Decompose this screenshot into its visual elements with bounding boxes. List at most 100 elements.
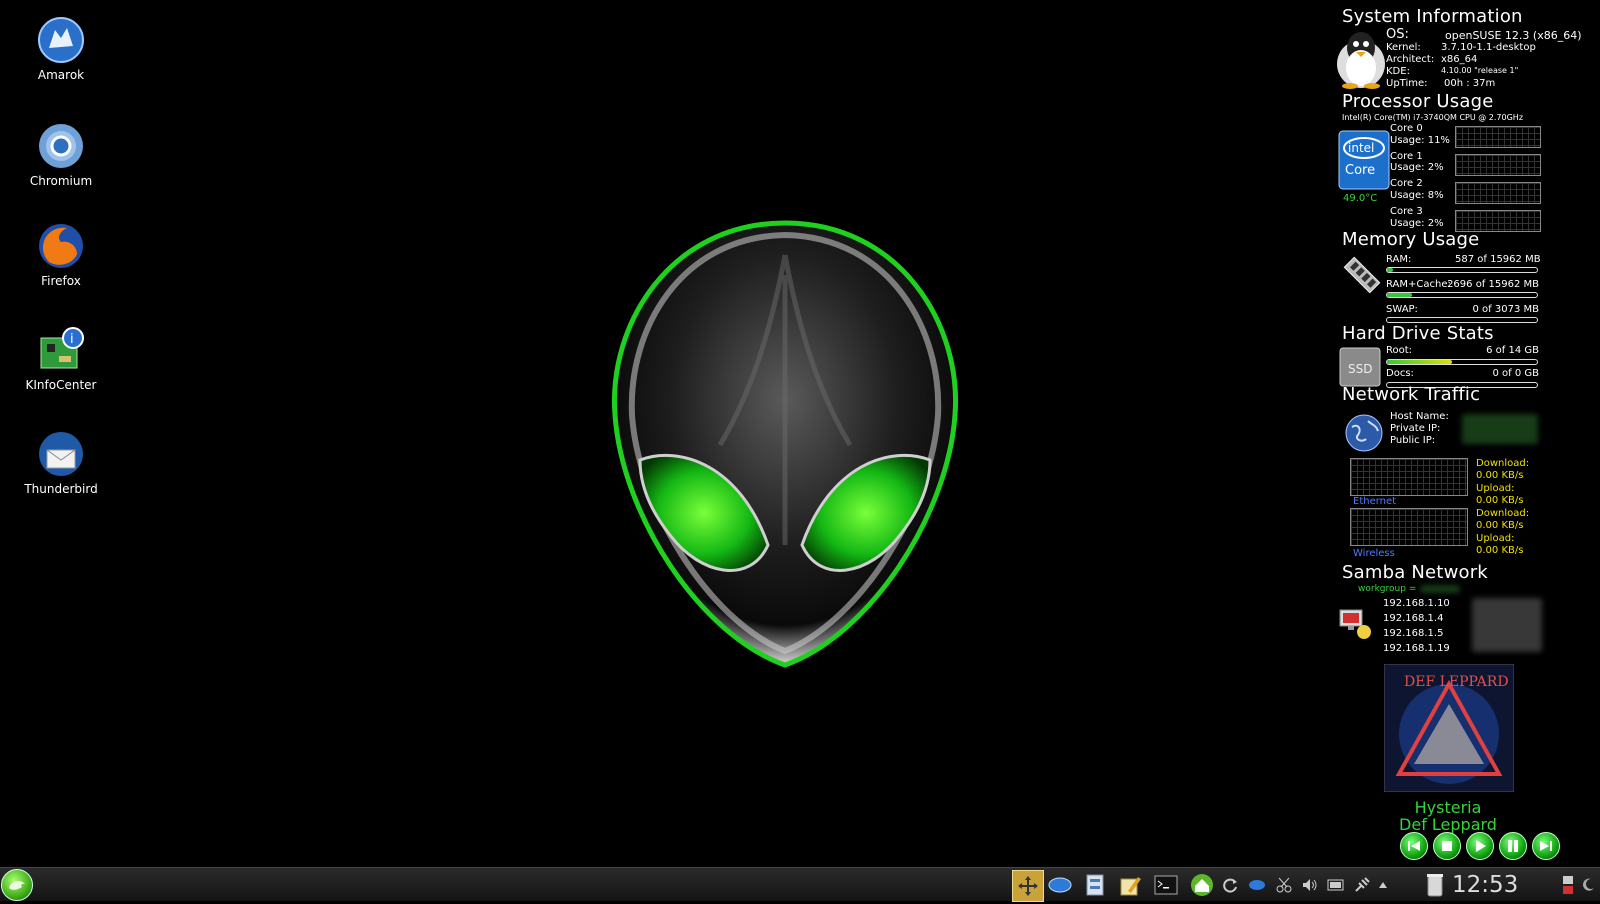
software-manager-launcher[interactable] [1190, 873, 1214, 897]
host-name-label: Host Name: [1390, 411, 1449, 422]
core-3-name: Core 3 [1390, 206, 1423, 217]
album-art: DEF LEPPARD [1384, 664, 1514, 792]
application-launcher-button[interactable] [1, 869, 33, 901]
core-1-graph [1455, 154, 1541, 176]
tray-trash[interactable] [1424, 873, 1446, 897]
ethernet-traffic-graph [1350, 458, 1468, 496]
play-button[interactable] [1466, 832, 1494, 860]
terminal-launcher[interactable] [1154, 873, 1178, 897]
wireless-label: Wireless [1353, 548, 1395, 559]
desktop-icon-amarok[interactable]: Amarok [20, 16, 102, 82]
desktop-icon-kinfocenter[interactable]: i KInfoCenter [20, 326, 102, 392]
network-plug-icon [1355, 877, 1370, 892]
firefox-icon [37, 222, 85, 270]
ethernet-download-label: Download: [1476, 458, 1530, 469]
next-track-button[interactable] [1532, 832, 1560, 860]
os-value: openSUSE 12.3 (x86_64) [1445, 29, 1582, 42]
wireless-download-label: Download: [1476, 508, 1530, 519]
docs-label: Docs: [1386, 368, 1414, 379]
desktop-grid-launcher[interactable] [1012, 870, 1044, 902]
svg-text:DEF LEPPARD: DEF LEPPARD [1404, 674, 1509, 690]
os-label: OS: [1386, 27, 1409, 42]
tray-panel-toolbox[interactable] [1580, 873, 1596, 897]
blue-orb-icon [1249, 880, 1265, 890]
opensuse-chameleon-icon [9, 880, 25, 890]
svg-text:SSD: SSD [1348, 362, 1372, 376]
tray-clipboard[interactable] [1274, 873, 1294, 897]
tray-updater[interactable] [1220, 873, 1240, 897]
tray-volume[interactable] [1300, 873, 1320, 897]
samba-host-2: 192.168.1.4 [1383, 613, 1444, 624]
tray-kde-disc[interactable] [1247, 873, 1267, 897]
tux-penguin-icon [1337, 32, 1385, 89]
ram-label: RAM: [1386, 254, 1412, 265]
kde-panel-taskbar: 12:53 [0, 867, 1600, 902]
core-0-graph [1455, 126, 1541, 148]
terminal-icon [1154, 875, 1178, 895]
tray-expand-arrow[interactable] [1376, 873, 1390, 897]
cpu-temperature: 49.0°C [1343, 193, 1378, 204]
wireless-upload-label: Upload: [1476, 533, 1515, 544]
battery-icon [1327, 879, 1344, 891]
ram-cache-value: 2696 of 15962 MB [1447, 279, 1539, 290]
stop-button[interactable] [1433, 832, 1461, 860]
wireless-upload-value: 0.00 KB/s [1476, 545, 1524, 556]
notepad-pencil-icon [1120, 877, 1141, 896]
editor-launcher[interactable] [1118, 873, 1142, 897]
trash-can-icon [1427, 874, 1443, 897]
previous-track-button[interactable] [1400, 832, 1428, 860]
speaker-icon [1303, 879, 1317, 891]
conky-system-monitor: System Information OS: openSUSE 12.3 (x8… [1337, 0, 1600, 860]
ram-value: 587 of 15962 MB [1455, 254, 1541, 265]
amarok-wolf-icon [37, 16, 85, 64]
green-house-icon [1191, 874, 1213, 896]
skip-forward-icon [1540, 841, 1552, 851]
svg-text:Core: Core [1345, 163, 1375, 178]
file-manager-launcher[interactable] [1083, 873, 1107, 897]
tray-battery[interactable] [1326, 873, 1346, 897]
system-info-title: System Information [1342, 6, 1523, 27]
pause-icon [1508, 840, 1518, 852]
core-0-usage: Usage: 11% [1390, 135, 1450, 146]
desktop-icon-thunderbird[interactable]: Thunderbird [20, 430, 102, 496]
core-3-usage: Usage: 2% [1390, 218, 1444, 229]
kde-disc-launcher[interactable] [1048, 873, 1072, 897]
tray-lock-screen[interactable] [1560, 873, 1576, 897]
public-ip-label: Public IP: [1390, 435, 1436, 446]
svg-text:intel: intel [1348, 141, 1374, 155]
core-1-usage: Usage: 2% [1390, 162, 1444, 173]
core-2-graph [1455, 182, 1541, 204]
refresh-icon [1223, 878, 1237, 893]
swap-label: SWAP: [1386, 304, 1418, 315]
clock[interactable]: 12:53 [1452, 872, 1518, 898]
tray-network[interactable] [1352, 873, 1372, 897]
root-bar [1386, 359, 1538, 365]
root-value: 6 of 14 GB [1486, 345, 1539, 356]
desktop-icon-firefox[interactable]: Firefox [20, 222, 102, 288]
ethernet-download-value: 0.00 KB/s [1476, 470, 1524, 481]
pause-button[interactable] [1499, 832, 1527, 860]
wallpaper-alien-head [611, 220, 959, 668]
wireless-traffic-graph [1350, 508, 1468, 546]
arch-value: x86_64 [1441, 54, 1478, 65]
desktop-icon-chromium[interactable]: Chromium [20, 122, 102, 188]
samba-host-3: 192.168.1.5 [1383, 628, 1444, 639]
samba-network-title: Samba Network [1342, 562, 1488, 583]
ram-cache-bar [1386, 292, 1538, 298]
root-label: Root: [1386, 345, 1413, 356]
intel-core-logo-icon: intel Core [1338, 130, 1390, 190]
play-icon [1476, 840, 1486, 852]
cpu-model: Intel(R) Core(TM) i7-3740QM CPU @ 2.70GH… [1342, 113, 1524, 122]
globe-icon [1345, 414, 1383, 452]
blue-disc-icon [1048, 877, 1072, 893]
core-2-name: Core 2 [1390, 178, 1423, 189]
uptime-value: 00h : 37m [1444, 78, 1496, 89]
kernel-label: Kernel: [1386, 42, 1421, 53]
ram-module-icon [1343, 256, 1381, 294]
ram-bar-fill [1387, 268, 1393, 272]
kde-value: 4.10.00 "release 1" [1441, 66, 1519, 75]
ram-cache-bar-fill [1387, 293, 1413, 297]
kernel-value: 3.7.10-1.1-desktop [1441, 42, 1536, 53]
skip-back-icon [1408, 841, 1420, 851]
svg-text:i: i [70, 332, 74, 347]
